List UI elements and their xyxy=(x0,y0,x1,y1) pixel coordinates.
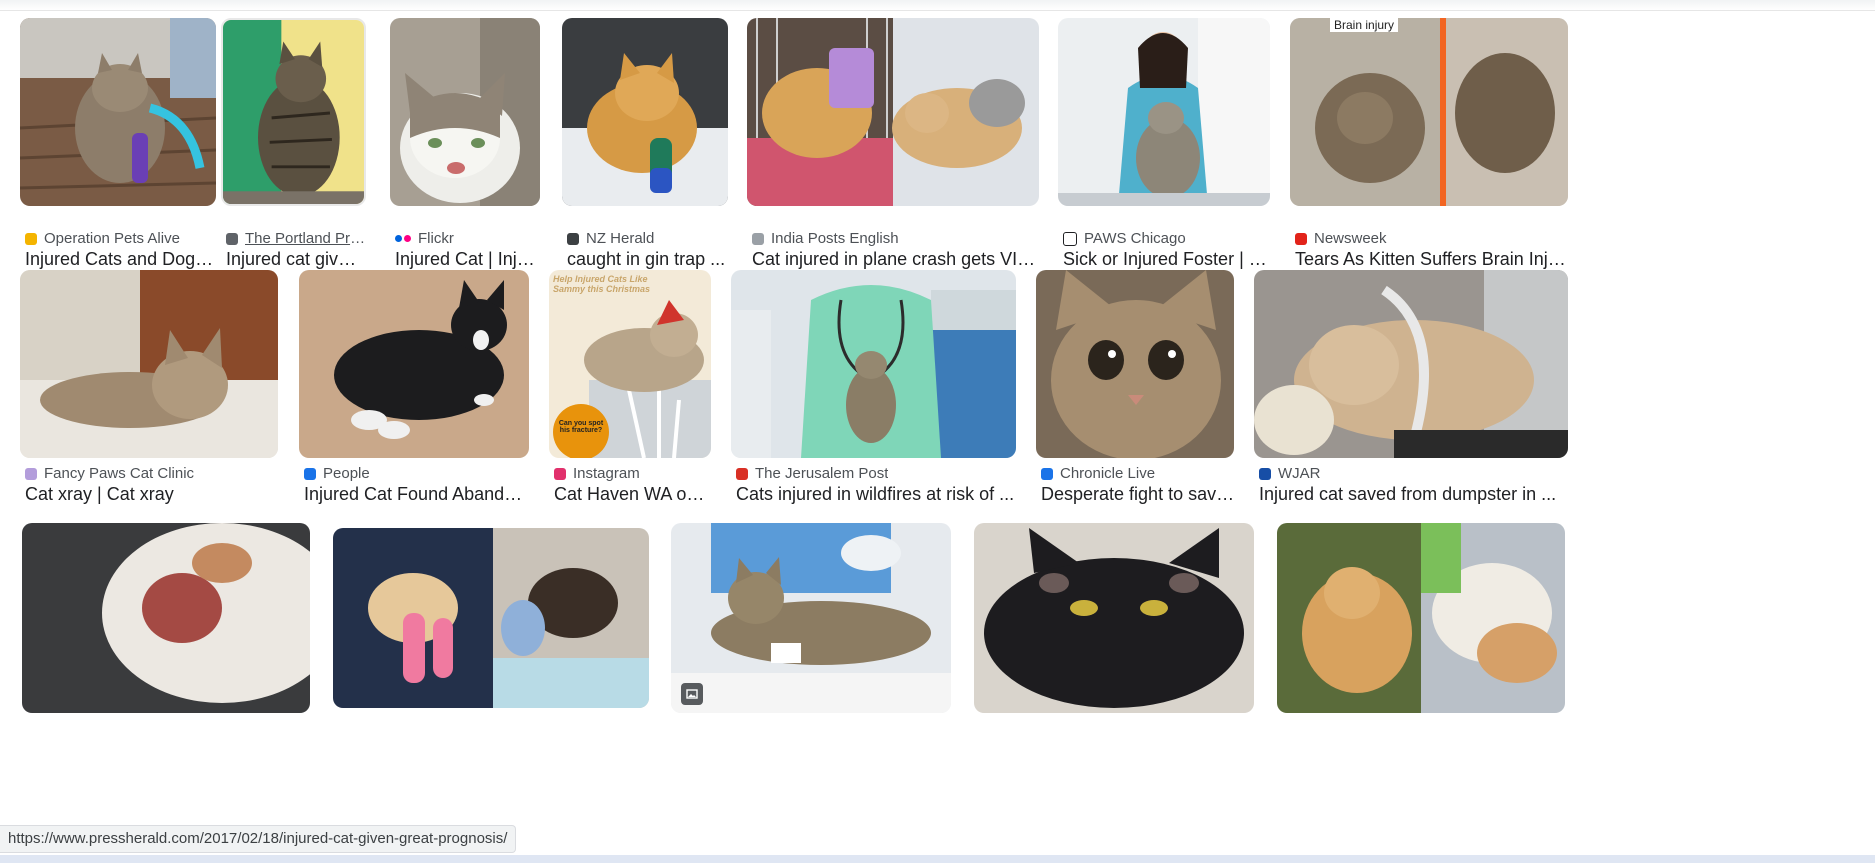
result-source[interactable]: India Posts English xyxy=(752,230,1037,247)
result-source[interactable]: Fancy Paws Cat Clinic xyxy=(25,465,280,482)
jpost-icon xyxy=(736,467,748,480)
result-source[interactable]: The Portland Press ... xyxy=(226,230,366,247)
result-source[interactable]: NZ Herald xyxy=(567,230,727,247)
result-thumbnail[interactable] xyxy=(974,523,1254,713)
result-thumbnail[interactable] xyxy=(1277,523,1565,713)
people-icon xyxy=(304,467,316,480)
result-thumbnail[interactable] xyxy=(731,270,1016,458)
result-title[interactable]: Injured cat saved from dumpster in ... xyxy=(1259,484,1567,505)
result-source[interactable]: WJAR xyxy=(1259,465,1567,482)
result-source[interactable]: People xyxy=(304,465,532,482)
taskbar-edge xyxy=(0,855,1875,863)
link-status-bar: https://www.pressherald.com/2017/02/18/i… xyxy=(0,825,517,853)
result-title[interactable]: Cat injured in plane crash gets VIP ... xyxy=(752,249,1037,270)
site-favicon-icon xyxy=(25,467,37,480)
image-type-badge-icon xyxy=(681,683,703,705)
site-favicon-icon xyxy=(25,232,37,245)
result-title[interactable]: Sick or Injured Foster | PAW... xyxy=(1063,249,1269,270)
result-title[interactable]: Cat Haven WA on Ins... xyxy=(554,484,714,505)
result-thumbnail[interactable] xyxy=(299,270,529,458)
result-source[interactable]: Instagram xyxy=(554,465,714,482)
paws-logo-icon xyxy=(1063,231,1077,246)
image-bubble-caption: Can you spot his fracture? xyxy=(558,420,604,434)
result-source[interactable]: Operation Pets Alive xyxy=(25,230,220,247)
result-thumbnail[interactable] xyxy=(1036,270,1234,458)
result-thumbnail[interactable] xyxy=(221,18,366,206)
instagram-icon xyxy=(554,467,566,480)
result-thumbnail[interactable] xyxy=(747,18,1039,206)
result-title[interactable]: Injured Cat Found Abandoned I... xyxy=(304,484,532,505)
result-title[interactable]: Cats injured in wildfires at risk of ... xyxy=(736,484,1016,505)
chronicle-live-icon xyxy=(1041,467,1053,480)
result-thumbnail[interactable] xyxy=(390,18,540,206)
site-favicon-icon xyxy=(226,232,238,245)
result-source[interactable]: The Jerusalem Post xyxy=(736,465,1016,482)
result-title[interactable]: Injured Cat | Injured... xyxy=(395,249,540,270)
newsweek-icon xyxy=(1295,232,1307,245)
site-favicon-icon xyxy=(752,232,764,245)
result-title[interactable]: Cat xray | Cat xray xyxy=(25,484,280,505)
result-thumbnail[interactable] xyxy=(333,528,649,708)
result-thumbnail[interactable]: Help Injured Cats Like Sammy this Christ… xyxy=(549,270,711,458)
result-thumbnail[interactable] xyxy=(22,523,310,713)
result-source[interactable]: Newsweek xyxy=(1295,230,1567,247)
result-thumbnail[interactable] xyxy=(1254,270,1568,458)
flickr-dot-icon xyxy=(404,235,411,242)
result-source[interactable]: Flickr xyxy=(395,230,540,247)
result-title[interactable]: Tears As Kitten Suffers Brain Injury ... xyxy=(1295,249,1567,270)
result-thumbnail[interactable] xyxy=(562,18,728,206)
result-thumbnail[interactable] xyxy=(20,18,216,206)
wjar-icon xyxy=(1259,467,1271,480)
image-overlay-caption: Help Injured Cats Like Sammy this Christ… xyxy=(553,274,651,294)
result-thumbnail[interactable] xyxy=(671,523,951,713)
result-thumbnail[interactable] xyxy=(1058,18,1270,206)
result-title[interactable]: Injured Cats and Dogs ... xyxy=(25,249,220,270)
result-thumbnail[interactable]: Brain injury xyxy=(1290,18,1568,206)
result-source[interactable]: PAWS Chicago xyxy=(1063,230,1269,247)
result-title[interactable]: Desperate fight to save Ga... xyxy=(1041,484,1237,505)
result-title[interactable]: caught in gin trap ... xyxy=(567,249,727,270)
image-overlay-caption: Brain injury xyxy=(1330,18,1399,32)
flickr-icon xyxy=(395,235,402,242)
result-title[interactable]: Injured cat given 'gr... xyxy=(226,249,366,270)
top-scroll-edge xyxy=(0,0,1875,11)
site-favicon-icon xyxy=(567,232,579,245)
result-source[interactable]: Chronicle Live xyxy=(1041,465,1237,482)
result-thumbnail[interactable] xyxy=(20,270,278,458)
